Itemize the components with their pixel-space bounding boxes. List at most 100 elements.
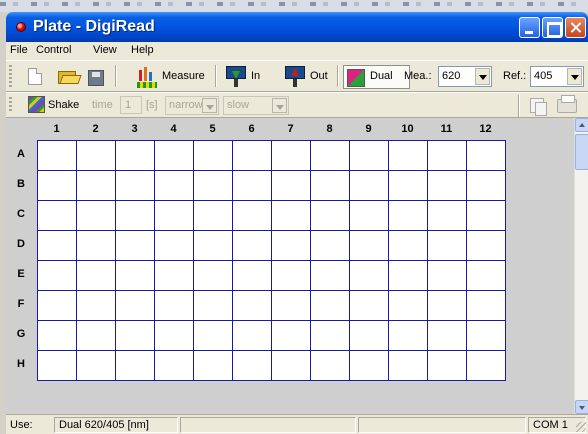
plate-well[interactable] bbox=[155, 291, 194, 321]
plate-well[interactable] bbox=[272, 261, 311, 291]
plate-well[interactable] bbox=[155, 351, 194, 381]
close-button[interactable] bbox=[565, 17, 586, 38]
plate-well[interactable] bbox=[389, 171, 428, 201]
plate-well[interactable] bbox=[38, 321, 77, 351]
plate-well[interactable] bbox=[233, 201, 272, 231]
plate-well[interactable] bbox=[38, 351, 77, 381]
plate-well[interactable] bbox=[428, 261, 467, 291]
plate-well[interactable] bbox=[38, 171, 77, 201]
plate-well[interactable] bbox=[467, 321, 506, 351]
plate-well[interactable] bbox=[350, 201, 389, 231]
plate-well[interactable] bbox=[77, 141, 116, 171]
plate-well[interactable] bbox=[428, 291, 467, 321]
plate-well[interactable] bbox=[77, 321, 116, 351]
plate-well[interactable] bbox=[38, 141, 77, 171]
plate-well[interactable] bbox=[116, 201, 155, 231]
plate-well[interactable] bbox=[233, 141, 272, 171]
maximize-button[interactable] bbox=[542, 17, 563, 38]
plate-well[interactable] bbox=[77, 171, 116, 201]
plate-well[interactable] bbox=[272, 351, 311, 381]
plate-well[interactable] bbox=[155, 141, 194, 171]
plate-well[interactable] bbox=[467, 351, 506, 381]
plate-well[interactable] bbox=[272, 231, 311, 261]
copy-icon[interactable] bbox=[530, 98, 547, 116]
mea-wavelength-select[interactable]: 620 bbox=[438, 66, 492, 87]
plate-well[interactable] bbox=[38, 261, 77, 291]
plate-well[interactable] bbox=[194, 141, 233, 171]
plate-well[interactable] bbox=[311, 261, 350, 291]
plate-well[interactable] bbox=[116, 231, 155, 261]
minimize-button[interactable] bbox=[519, 17, 540, 38]
plate-well[interactable] bbox=[272, 141, 311, 171]
plate-well[interactable] bbox=[155, 201, 194, 231]
plate-well[interactable] bbox=[116, 171, 155, 201]
plate-well[interactable] bbox=[350, 141, 389, 171]
new-file-icon[interactable] bbox=[28, 68, 42, 85]
plate-well[interactable] bbox=[194, 291, 233, 321]
plate-well[interactable] bbox=[77, 351, 116, 381]
ref-wavelength-select[interactable]: 405 bbox=[530, 66, 584, 87]
shake-mode-select[interactable]: narrow bbox=[165, 96, 219, 115]
chevron-down-icon[interactable] bbox=[475, 68, 490, 85]
plate-well[interactable] bbox=[233, 171, 272, 201]
plate-well[interactable] bbox=[350, 351, 389, 381]
plate-well[interactable] bbox=[77, 291, 116, 321]
scroll-up-icon[interactable] bbox=[575, 118, 588, 132]
plate-well[interactable] bbox=[467, 291, 506, 321]
plate-well[interactable] bbox=[77, 261, 116, 291]
plate-well[interactable] bbox=[311, 201, 350, 231]
chevron-down-icon[interactable] bbox=[272, 98, 287, 113]
plate-well[interactable] bbox=[311, 231, 350, 261]
resize-grip[interactable] bbox=[576, 422, 586, 432]
plate-well[interactable] bbox=[389, 351, 428, 381]
plate-well[interactable] bbox=[155, 231, 194, 261]
plate-well[interactable] bbox=[428, 231, 467, 261]
plate-well[interactable] bbox=[428, 171, 467, 201]
menu-file[interactable]: File bbox=[10, 44, 28, 56]
plate-well[interactable] bbox=[350, 321, 389, 351]
plate-well[interactable] bbox=[272, 321, 311, 351]
plate-well[interactable] bbox=[233, 261, 272, 291]
menu-control[interactable]: Control bbox=[36, 44, 71, 56]
plate-well[interactable] bbox=[194, 171, 233, 201]
plate-well[interactable] bbox=[311, 141, 350, 171]
plate-well[interactable] bbox=[311, 321, 350, 351]
toolbar-grip[interactable] bbox=[9, 97, 12, 113]
chevron-down-icon[interactable] bbox=[567, 68, 582, 85]
plate-well[interactable] bbox=[116, 261, 155, 291]
plate-well[interactable] bbox=[272, 171, 311, 201]
title-bar[interactable]: Plate - DigiRead bbox=[6, 12, 588, 42]
plate-well[interactable] bbox=[311, 171, 350, 201]
toolbar-grip[interactable] bbox=[9, 65, 12, 87]
plate-well[interactable] bbox=[389, 261, 428, 291]
plate-well[interactable] bbox=[311, 351, 350, 381]
plate-well[interactable] bbox=[77, 231, 116, 261]
vertical-scrollbar[interactable] bbox=[574, 118, 588, 414]
plate-well[interactable] bbox=[467, 201, 506, 231]
plate-well[interactable] bbox=[350, 171, 389, 201]
scroll-down-icon[interactable] bbox=[575, 400, 588, 414]
plate-well[interactable] bbox=[194, 351, 233, 381]
plate-well[interactable] bbox=[38, 291, 77, 321]
menu-help[interactable]: Help bbox=[131, 44, 154, 56]
print-icon[interactable] bbox=[557, 95, 577, 113]
plate-well[interactable] bbox=[389, 231, 428, 261]
plate-well[interactable] bbox=[233, 351, 272, 381]
shake-speed-select[interactable]: slow bbox=[223, 96, 289, 115]
plate-well[interactable] bbox=[467, 171, 506, 201]
plate-well[interactable] bbox=[194, 201, 233, 231]
plate-well[interactable] bbox=[350, 291, 389, 321]
plate-well[interactable] bbox=[467, 231, 506, 261]
plate-well[interactable] bbox=[428, 321, 467, 351]
plate-well[interactable] bbox=[272, 291, 311, 321]
plate-well[interactable] bbox=[272, 201, 311, 231]
plate-well[interactable] bbox=[116, 141, 155, 171]
plate-well[interactable] bbox=[194, 231, 233, 261]
plate-well[interactable] bbox=[389, 201, 428, 231]
plate-well[interactable] bbox=[428, 141, 467, 171]
plate-well[interactable] bbox=[155, 171, 194, 201]
plate-well[interactable] bbox=[467, 141, 506, 171]
app-icon[interactable] bbox=[16, 22, 26, 32]
plate-well[interactable] bbox=[77, 201, 116, 231]
plate-well[interactable] bbox=[194, 321, 233, 351]
